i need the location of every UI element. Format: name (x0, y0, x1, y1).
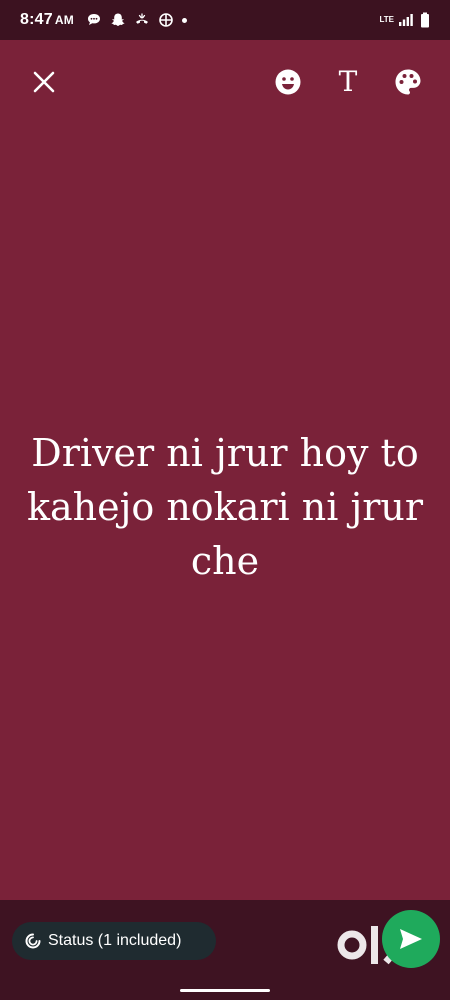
chat-bubble-icon (87, 14, 100, 25)
clock-ampm: AM (54, 13, 74, 27)
text-style-label: T (338, 65, 358, 98)
send-icon (400, 929, 422, 949)
emoji-icon (275, 69, 301, 95)
clock-time: 8:47 (20, 11, 53, 28)
palette-icon (395, 69, 421, 95)
emoji-button[interactable] (268, 62, 308, 102)
close-button[interactable] (24, 62, 64, 102)
status-bar: 8:47 AM LTE (0, 0, 450, 40)
crosshair-icon (159, 13, 173, 27)
close-icon (33, 71, 55, 93)
send-button[interactable] (382, 910, 440, 968)
battery-icon (421, 12, 429, 28)
status-ring-icon (25, 933, 41, 949)
status-audience-label: Status (1 included) (48, 932, 182, 949)
home-indicator[interactable] (180, 989, 270, 992)
snapchat-icon (111, 13, 125, 26)
color-palette-button[interactable] (388, 62, 428, 102)
status-audience-button[interactable]: Status (1 included) (12, 922, 216, 960)
clock: 8:47 AM (20, 11, 74, 29)
signal-icon (399, 14, 413, 26)
text-style-button[interactable]: T (328, 62, 368, 102)
dot-icon (181, 17, 187, 23)
notification-icons (86, 12, 187, 28)
call-icon (135, 13, 148, 24)
lte-label: LTE (379, 15, 394, 24)
system-icons: LTE (379, 12, 430, 28)
status-text-input[interactable]: Driver ni jrur hoy to kahejo nokari ni j… (10, 426, 440, 588)
